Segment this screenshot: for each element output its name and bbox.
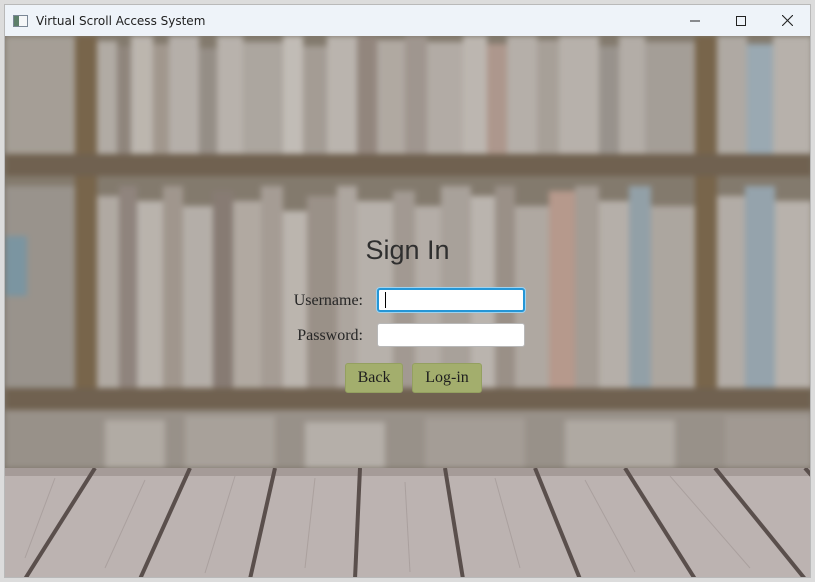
app-window-icon <box>13 14 28 27</box>
window-controls <box>672 5 810 36</box>
text-cursor <box>385 292 386 308</box>
maximize-icon <box>736 15 746 26</box>
signin-screen: Sign In Username: Password: Back Log-in <box>5 36 810 577</box>
password-label: Password: <box>297 327 363 344</box>
username-label: Username: <box>293 292 363 309</box>
close-button[interactable] <box>764 5 810 36</box>
minimize-button[interactable] <box>672 5 718 36</box>
page-title: Sign In <box>365 235 450 265</box>
back-button[interactable]: Back <box>345 363 403 393</box>
login-button[interactable]: Log-in <box>412 363 482 393</box>
minimize-icon <box>690 20 700 21</box>
window-title: Virtual Scroll Access System <box>36 13 206 28</box>
app-window: Virtual Scroll Access System Sign In Use… <box>4 4 811 578</box>
maximize-button[interactable] <box>718 5 764 36</box>
title-bar[interactable]: Virtual Scroll Access System <box>5 5 810 36</box>
password-input[interactable] <box>377 323 525 347</box>
close-icon <box>781 15 793 26</box>
wooden-floor-background <box>5 468 810 577</box>
username-input[interactable] <box>377 288 525 312</box>
